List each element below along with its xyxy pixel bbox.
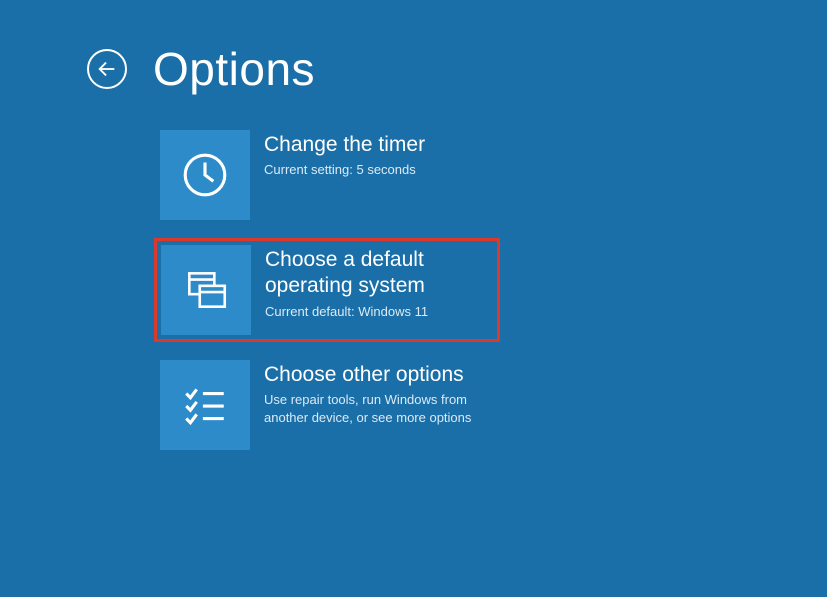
option-title: Choose a default operating system	[265, 247, 493, 300]
option-subtitle: Current default: Windows 11	[265, 303, 493, 321]
option-subtitle: Use repair tools, run Windows from anoth…	[264, 391, 494, 426]
page-title: Options	[153, 42, 315, 96]
option-choose-default-os[interactable]: Choose a default operating system Curren…	[154, 238, 500, 342]
option-title: Change the timer	[264, 132, 494, 158]
option-text: Change the timer Current setting: 5 seco…	[264, 130, 494, 179]
header: Options	[0, 0, 827, 96]
option-change-timer[interactable]: Change the timer Current setting: 5 seco…	[154, 124, 500, 226]
arrow-left-icon	[96, 58, 118, 80]
option-title: Choose other options	[264, 362, 494, 388]
option-text: Choose other options Use repair tools, r…	[264, 360, 494, 426]
option-subtitle: Current setting: 5 seconds	[264, 161, 494, 179]
back-button[interactable]	[87, 49, 127, 89]
option-text: Choose a default operating system Curren…	[265, 245, 493, 320]
clock-icon	[160, 130, 250, 220]
windows-icon	[161, 245, 251, 335]
checklist-icon	[160, 360, 250, 450]
options-list: Change the timer Current setting: 5 seco…	[0, 96, 827, 456]
option-choose-other[interactable]: Choose other options Use repair tools, r…	[154, 354, 500, 456]
